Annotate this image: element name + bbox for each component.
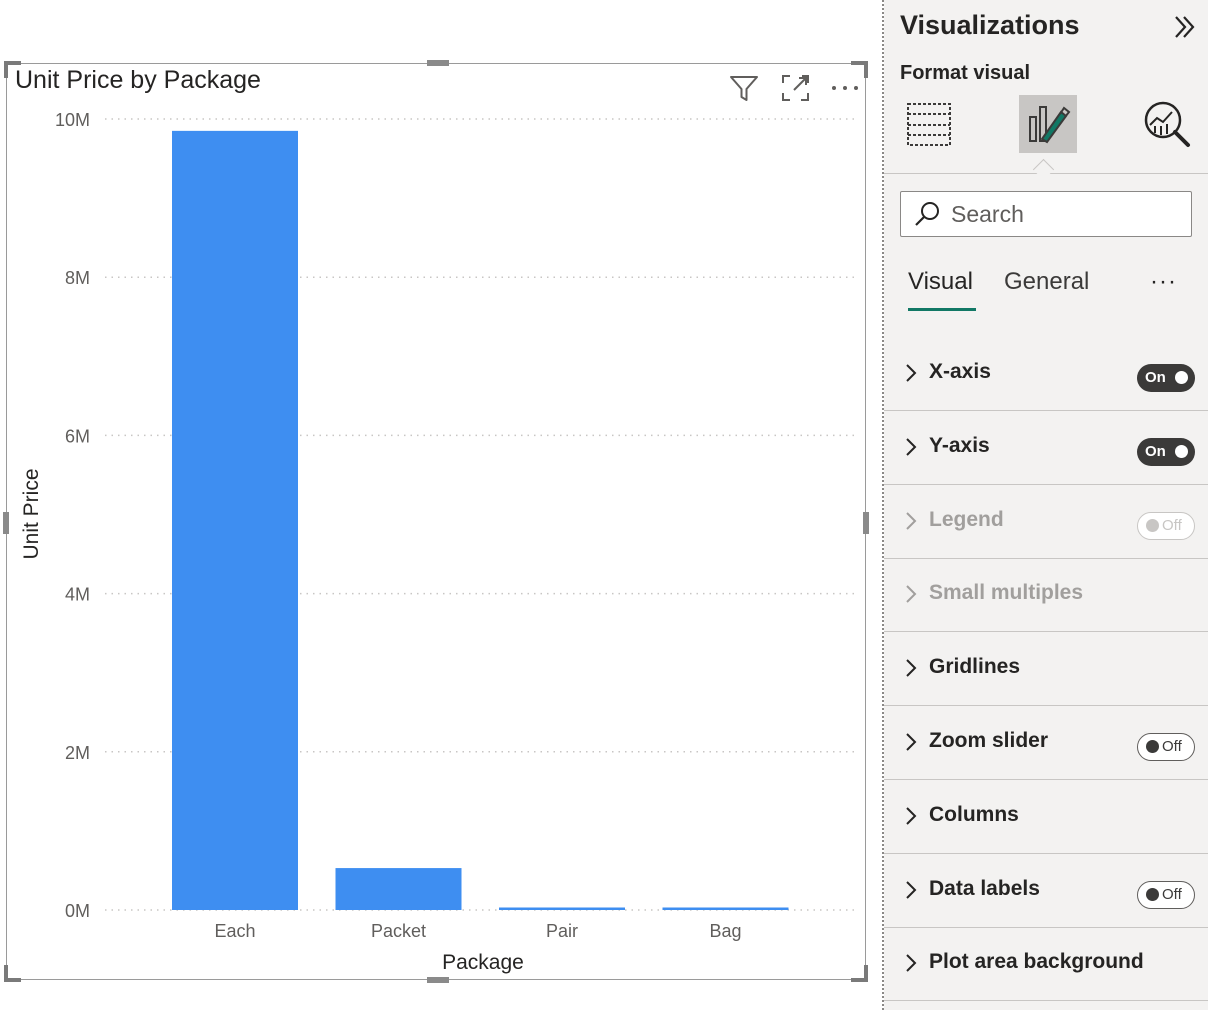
section-label: X-axis: [929, 360, 991, 383]
section-columns[interactable]: Columns: [884, 781, 1208, 854]
y-axis-title: Unit Price: [20, 468, 43, 559]
analytics-icon[interactable]: [1138, 95, 1196, 153]
toggle-state-label: On: [1145, 442, 1166, 460]
section-legend[interactable]: Legend Off: [884, 486, 1208, 559]
toggle-data-labels[interactable]: Off: [1137, 880, 1195, 909]
section-plot-area-background[interactable]: Plot area background: [884, 928, 1208, 1002]
toggle-state-label: On: [1145, 369, 1166, 386]
chevron-right-icon: [906, 659, 917, 677]
bar-chart-visual[interactable]: Unit Price by Package 0M 2M 4M 6M 8M 10M Each…: [3, 60, 869, 983]
toggle-knob: [1175, 444, 1188, 458]
section-gridlines[interactable]: Gridlines: [884, 633, 1208, 707]
bar-each[interactable]: [172, 130, 298, 910]
bar-pair[interactable]: [499, 907, 625, 911]
toggle-legend[interactable]: Off: [1137, 511, 1195, 540]
visualizations-pane: Visualizations Format visual Visua: [884, 0, 1208, 1010]
active-tab-indicator: [1032, 158, 1055, 181]
toggle-x-axis[interactable]: On: [1137, 364, 1195, 392]
section-y-axis[interactable]: Y-axis On: [884, 412, 1208, 485]
pane-title: Visualizations: [900, 10, 1080, 40]
x-tick-label: Bag: [709, 921, 741, 941]
section-label: Zoom slider: [929, 729, 1049, 752]
bar-packet[interactable]: [335, 868, 462, 910]
build-visual-icon[interactable]: [900, 95, 958, 153]
y-tick-label: 2M: [65, 743, 90, 763]
bar-bag[interactable]: [662, 907, 789, 911]
format-visual-icon: [1029, 106, 1071, 144]
resize-handle-left[interactable]: [3, 512, 9, 534]
search-icon: [915, 202, 939, 226]
toggle-state-label: Off: [1162, 516, 1182, 534]
y-tick-label: 0M: [65, 901, 90, 921]
section-zoom-slider[interactable]: Zoom slider Off: [884, 707, 1208, 780]
format-visual-tab[interactable]: [1019, 95, 1077, 153]
chevron-right-icon: [906, 511, 917, 530]
more-options-button[interactable]: ···: [1150, 268, 1177, 296]
section-x-axis[interactable]: X-axis On: [884, 338, 1208, 411]
resize-handle-top[interactable]: [427, 60, 449, 66]
toggle-knob: [1146, 518, 1159, 532]
toggle-knob: [1175, 371, 1188, 384]
section-label: Small multiples: [929, 581, 1084, 605]
collapse-pane-icon[interactable]: [1170, 12, 1200, 42]
resize-handle-top-left[interactable]: [4, 61, 21, 78]
chevron-right-icon: [906, 880, 917, 899]
chevron-right-icon: [906, 954, 917, 973]
chevron-right-icon: [906, 364, 917, 382]
toggle-state-label: Off: [1162, 738, 1182, 755]
x-tick-label: Packet: [371, 921, 426, 941]
resize-handle-bottom[interactable]: [427, 977, 449, 983]
section-label: Y-axis: [929, 433, 990, 457]
chevron-right-icon: [906, 438, 917, 456]
tab-visual-underline: [908, 308, 976, 311]
chevron-right-icon: [906, 733, 917, 751]
chevron-right-icon: [906, 807, 917, 825]
section-label: Legend: [929, 507, 1004, 531]
toggle-knob: [1146, 887, 1159, 901]
toggle-knob: [1146, 740, 1159, 753]
chart-plot: 0M 2M 4M 6M 8M 10M Each Packet Pair Bag Unit Pri…: [20, 110, 859, 974]
y-tick-label: 6M: [65, 426, 90, 446]
y-tick-label: 8M: [65, 268, 90, 288]
toggle-state-label: Off: [1162, 885, 1182, 903]
x-tick-label: Each: [214, 921, 255, 941]
resize-handle-bottom-right[interactable]: [851, 965, 868, 982]
tab-visual[interactable]: Visual: [908, 268, 973, 296]
resize-handle-bottom-left[interactable]: [4, 965, 21, 982]
chevron-right-icon: [906, 585, 917, 604]
toggle-y-axis[interactable]: On: [1137, 437, 1195, 466]
resize-handle-right[interactable]: [863, 512, 869, 534]
tab-general[interactable]: General: [1004, 268, 1089, 296]
section-label: Plot area background: [929, 950, 1144, 974]
search-input[interactable]: [951, 201, 1181, 227]
section-label: Columns: [929, 802, 1019, 826]
y-tick-label: 4M: [65, 585, 90, 605]
section-small-multiples[interactable]: Small multiples: [884, 559, 1208, 633]
section-label: Data labels: [929, 876, 1040, 900]
toggle-zoom-slider[interactable]: Off: [1137, 733, 1195, 761]
search-box[interactable]: [900, 191, 1192, 237]
x-tick-label: Pair: [546, 921, 578, 941]
resize-handle-top-right[interactable]: [851, 61, 868, 78]
format-visual-label: Format visual: [900, 62, 1031, 84]
y-tick-label: 10M: [55, 110, 90, 130]
section-label: Gridlines: [929, 655, 1021, 679]
section-data-labels[interactable]: Data labels Off: [884, 855, 1208, 928]
x-axis-title: Package: [442, 951, 524, 974]
